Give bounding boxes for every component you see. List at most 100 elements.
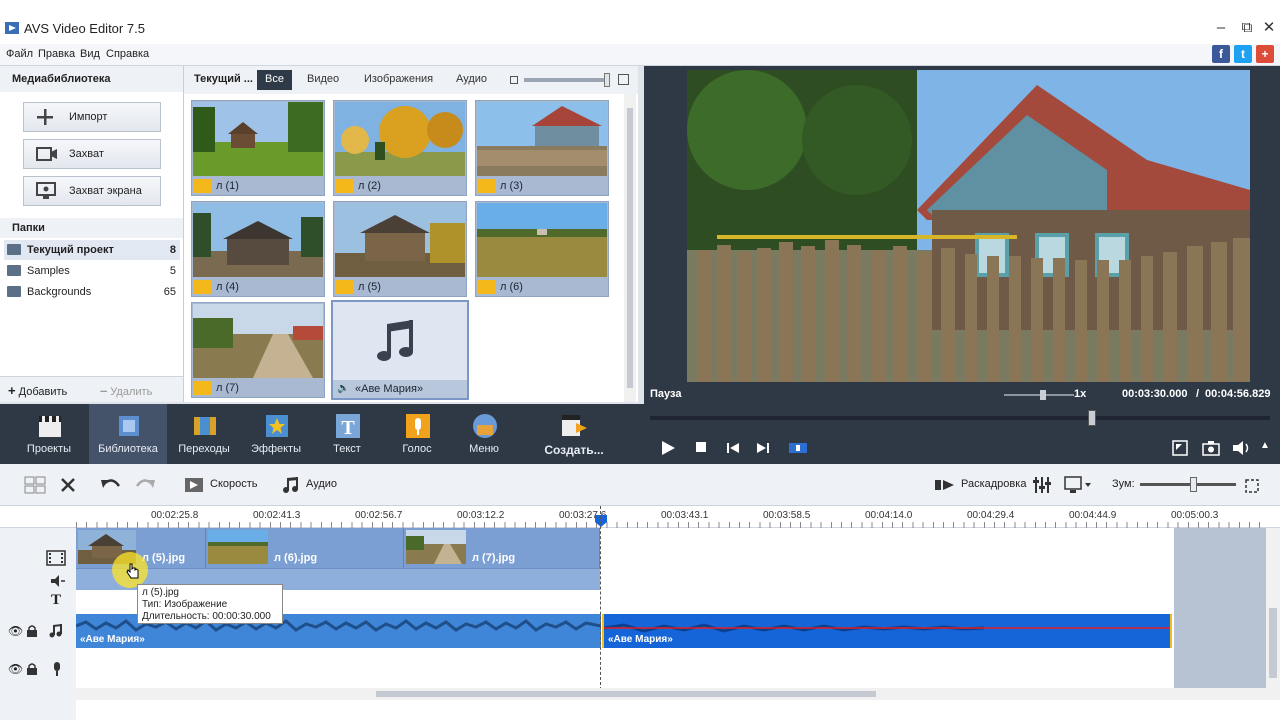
audio-mixer-icon[interactable] <box>1032 475 1056 495</box>
transitions-button[interactable]: Переходы <box>165 404 243 464</box>
timeline-hscrollbar[interactable] <box>76 688 1266 700</box>
slider-handle[interactable] <box>604 73 610 87</box>
speed-button[interactable]: Скорость <box>210 478 258 490</box>
ruler-tick-label: 00:03:12.2 <box>457 510 505 521</box>
storyboard-icon[interactable] <box>934 478 956 492</box>
add-folder-button[interactable]: + Добавить <box>8 383 92 401</box>
thumbnail-image <box>193 203 323 277</box>
display-settings-icon[interactable] <box>1064 476 1092 494</box>
tab-images[interactable]: Изображения <box>356 70 441 90</box>
menu-file[interactable]: Файл <box>6 48 33 60</box>
tab-audio[interactable]: Аудио <box>448 70 495 90</box>
play-icon[interactable] <box>660 440 676 456</box>
create-button[interactable]: Создать... <box>534 404 614 464</box>
timeline-clip[interactable]: л (7).jpg <box>404 528 600 568</box>
remove-folder-button[interactable]: – Удалить <box>100 383 178 401</box>
clip-label: л (7).jpg <box>472 552 516 564</box>
split-icon[interactable] <box>788 441 808 455</box>
lock-icon[interactable] <box>26 624 38 638</box>
timeline-clip[interactable]: л (6).jpg <box>206 528 404 568</box>
video-frame <box>687 70 1250 382</box>
audio-button[interactable]: Аудио <box>306 478 337 490</box>
menu-help[interactable]: Справка <box>106 48 149 60</box>
projects-button[interactable]: Проекты <box>10 404 88 464</box>
import-button[interactable]: Импорт <box>23 102 161 132</box>
media-thumb[interactable]: л (2) <box>333 100 467 196</box>
volume-arrow-icon[interactable]: ▲ <box>1260 440 1270 451</box>
tab-video[interactable]: Видео <box>299 70 347 90</box>
folder-samples[interactable]: Samples 5 <box>4 261 180 281</box>
small-thumbs-icon[interactable] <box>510 76 518 84</box>
restore-button[interactable]: ⧉ <box>1236 18 1258 38</box>
ruler-tick-label: 00:05:00.3 <box>1171 510 1219 521</box>
large-thumbs-icon[interactable] <box>618 74 629 85</box>
add-folder-label: Добавить <box>18 386 68 398</box>
ruler-tick-label: 00:02:25.8 <box>151 510 199 521</box>
scrollbar-thumb[interactable] <box>627 108 633 388</box>
menu-button[interactable]: Меню <box>445 404 523 464</box>
folder-icon <box>7 265 21 276</box>
storyboard-grid-icon[interactable] <box>24 476 46 494</box>
folder-icon <box>7 244 21 255</box>
vscroll-thumb[interactable] <box>1269 608 1277 678</box>
media-thumb[interactable]: л (6) <box>475 201 609 297</box>
twitter-icon[interactable]: t <box>1234 45 1252 63</box>
media-grid: л (1) л (2) л (3) л (4) л (5) л (6) л (7… <box>184 94 638 402</box>
screen-capture-button[interactable]: Захват экрана <box>23 176 161 206</box>
library-button[interactable]: Библиотека <box>89 404 167 464</box>
audio-note-icon[interactable] <box>282 476 300 494</box>
media-label: л (5) <box>358 281 381 293</box>
next-frame-icon[interactable] <box>756 442 770 454</box>
folder-current-project[interactable]: Текущий проект 8 <box>4 240 180 260</box>
effects-button[interactable]: Эффекты <box>237 404 315 464</box>
zoom-slider[interactable] <box>1140 477 1236 492</box>
media-scrollbar[interactable] <box>624 94 636 402</box>
speed-slider[interactable] <box>1004 390 1074 400</box>
menu-edit[interactable]: Правка <box>38 48 75 60</box>
music-note-icon <box>377 320 413 361</box>
delete-x-icon[interactable] <box>60 477 76 493</box>
tab-all[interactable]: Все <box>257 70 292 90</box>
folder-backgrounds[interactable]: Backgrounds 65 <box>4 282 180 302</box>
zoom-slider-handle[interactable] <box>1190 477 1197 492</box>
seek-bar[interactable] <box>650 410 1270 426</box>
minimize-button[interactable]: – <box>1210 18 1232 38</box>
undo-icon[interactable] <box>100 476 122 494</box>
storyboard-button[interactable]: Раскадровка <box>961 478 1026 490</box>
thumb-size-slider[interactable] <box>524 73 610 87</box>
playhead-marker[interactable] <box>594 514 608 528</box>
current-folder-label: Текущий ... <box>194 73 253 85</box>
timeline-vscrollbar[interactable] <box>1266 528 1280 700</box>
speed-film-icon[interactable] <box>184 476 204 494</box>
eye-icon[interactable]: 👁 <box>8 624 23 638</box>
media-thumb[interactable]: л (3) <box>475 100 609 196</box>
text-button[interactable]: T Текст <box>308 404 386 464</box>
google-plus-icon[interactable]: + <box>1256 45 1274 63</box>
eye-icon[interactable]: 👁 <box>8 662 23 676</box>
facebook-icon[interactable]: f <box>1212 45 1230 63</box>
media-thumb[interactable]: л (5) <box>333 201 467 297</box>
menu-view[interactable]: Вид <box>80 48 100 60</box>
fullscreen-icon[interactable] <box>1172 440 1188 456</box>
volume-icon[interactable] <box>1232 440 1252 456</box>
fit-zoom-icon[interactable] <box>1244 478 1260 494</box>
previous-frame-icon[interactable] <box>726 442 740 454</box>
media-label: л (6) <box>500 281 523 293</box>
media-thumb[interactable]: л (4) <box>191 201 325 297</box>
audio-clip-selected[interactable]: «Аве Мария» <box>602 614 1172 648</box>
seek-handle[interactable] <box>1088 410 1096 426</box>
timeline-end-region <box>1174 528 1266 688</box>
ruler-tick-label: 00:03:58.5 <box>763 510 811 521</box>
snapshot-camera-icon[interactable] <box>1202 440 1220 456</box>
media-thumb-audio[interactable]: 🔈 «Аве Мария» <box>331 300 469 400</box>
hscroll-thumb[interactable] <box>376 691 876 697</box>
media-label: л (2) <box>358 180 381 192</box>
redo-icon[interactable] <box>134 476 156 494</box>
speed-slider-handle[interactable] <box>1040 390 1046 400</box>
stop-icon[interactable] <box>696 442 708 454</box>
lock-icon[interactable] <box>26 662 38 676</box>
capture-button[interactable]: Захват <box>23 139 161 169</box>
close-button[interactable]: ✕ <box>1258 18 1280 38</box>
media-thumb[interactable]: л (7) <box>191 302 325 398</box>
media-thumb[interactable]: л (1) <box>191 100 325 196</box>
